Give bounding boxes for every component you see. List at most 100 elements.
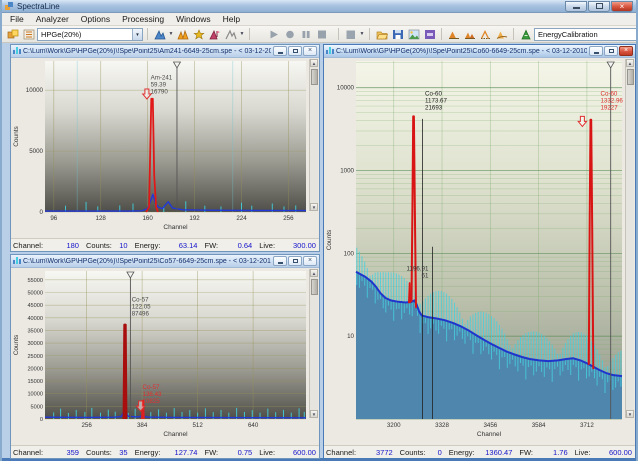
scroll-down-icon[interactable]: ▼ <box>310 203 318 211</box>
peak-fit-caret-icon[interactable]: ▼ <box>239 31 245 37</box>
status-field: Channel:359 <box>13 448 86 457</box>
export-icon[interactable] <box>422 27 437 41</box>
peak-search-icon[interactable] <box>152 27 167 41</box>
scroll-up-icon[interactable]: ▲ <box>626 59 634 67</box>
vertical-scrollbar[interactable]: ▲ ▼ <box>625 59 634 418</box>
window-close-button[interactable]: × <box>619 46 633 56</box>
nuclide-star-icon[interactable] <box>191 27 206 41</box>
svg-text:256: 256 <box>81 422 92 429</box>
status-value: 600.00 <box>275 448 317 457</box>
window-close-button[interactable]: × <box>303 46 317 56</box>
close-button[interactable]: × <box>611 1 633 12</box>
window-restore-button[interactable] <box>288 256 302 266</box>
menu-help[interactable]: Help <box>217 13 246 25</box>
app-titlebar[interactable]: SpectraLine × <box>2 0 636 13</box>
scroll-thumb[interactable] <box>311 279 318 295</box>
maximize-button[interactable] <box>588 1 610 12</box>
report-image-icon[interactable] <box>406 27 421 41</box>
window-restore-button[interactable] <box>288 46 302 56</box>
detector-control-button[interactable] <box>343 27 358 41</box>
peak-search-caret-icon[interactable]: ▼ <box>168 31 174 37</box>
background-strip-icon[interactable] <box>494 27 509 41</box>
peak-fit-icon[interactable] <box>223 27 238 41</box>
svg-text:160: 160 <box>142 215 153 222</box>
menu-processing[interactable]: Processing <box>116 13 170 25</box>
svg-text:3328: 3328 <box>435 422 449 429</box>
menu-analyzer[interactable]: Analyzer <box>30 13 75 25</box>
scroll-thumb[interactable] <box>311 69 318 85</box>
svg-text:40000: 40000 <box>27 316 43 322</box>
acquire-pause-button[interactable] <box>298 27 313 41</box>
application-window: SpectraLine × FileAnalyzerOptionsProcess… <box>0 0 638 461</box>
status-label: Channel: <box>13 448 43 457</box>
svg-text:0: 0 <box>40 209 44 216</box>
svg-text:1000: 1000 <box>340 168 354 175</box>
menu-windows[interactable]: Windows <box>170 13 216 25</box>
peak-area-icon[interactable] <box>446 27 461 41</box>
svg-text:10: 10 <box>347 333 354 340</box>
peak-sum-icon[interactable] <box>462 27 477 41</box>
status-field: FW:0.64 <box>204 241 259 250</box>
scroll-down-icon[interactable]: ▼ <box>626 410 634 418</box>
peak-identify-icon[interactable] <box>175 27 190 41</box>
detector-control-caret-icon[interactable]: ▼ <box>359 31 365 37</box>
status-label: Live: <box>259 448 275 457</box>
calibration-icon[interactable] <box>518 27 533 41</box>
window-restore-button[interactable] <box>604 46 618 56</box>
spectrum-plot-co60[interactable]: Co-601173.6721693Co-601332.96192271196.9… <box>324 58 635 445</box>
window-titlebar[interactable]: C:\Lum\Work\GP\HPGe(20%)\!Spe\Point25\Co… <box>11 255 319 268</box>
status-value: 1.76 <box>533 448 575 457</box>
svg-text:Co-57122.0587496: Co-57122.0587496 <box>132 296 151 317</box>
window-titlebar[interactable]: C:\Lum\Work\GP\HPGe(20%)\!Spe\Point25\Am… <box>11 45 319 58</box>
svg-text:3456: 3456 <box>483 422 497 429</box>
window-statusbar: Channel:359Counts:35Energy:127.74FW:0.75… <box>11 445 319 458</box>
scroll-up-icon[interactable]: ▲ <box>310 269 318 277</box>
vertical-scrollbar[interactable]: ▲ ▼ <box>309 269 318 418</box>
spectrum-plot-am241[interactable]: Am-24159.3916790961281601922242560500010… <box>11 58 319 238</box>
status-field: Live:600.00 <box>259 448 317 457</box>
vertical-scrollbar[interactable]: ▲ ▼ <box>309 59 318 211</box>
svg-text:30000: 30000 <box>27 341 43 347</box>
calibration-combobox[interactable]: EnergyCalibration ▼ <box>534 28 638 41</box>
menu-file[interactable]: File <box>4 13 30 25</box>
new-spectra-icon[interactable] <box>5 27 20 41</box>
save-file-icon[interactable] <box>390 27 405 41</box>
window-titlebar[interactable]: C:\Lum\Work\GP\HPGe(20%)\!Spe\Point25\Co… <box>324 45 635 58</box>
acquire-record-button[interactable] <box>282 27 297 41</box>
status-field: Live:600.00 <box>575 448 633 457</box>
scroll-up-icon[interactable]: ▲ <box>310 59 318 67</box>
status-label: Energy: <box>135 448 161 457</box>
spectrum-plot-co57[interactable]: Co-57122.0587496Co-57136.431082525638451… <box>11 268 319 445</box>
scroll-down-icon[interactable]: ▼ <box>310 410 318 418</box>
detector-list-icon[interactable] <box>21 27 36 41</box>
window-close-button[interactable]: × <box>303 256 317 266</box>
status-label: Counts: <box>86 448 112 457</box>
svg-text:10000: 10000 <box>27 392 43 398</box>
open-file-icon[interactable] <box>374 27 389 41</box>
window-minimize-button[interactable] <box>273 46 287 56</box>
status-value: 0 <box>426 448 449 457</box>
peak-subtract-icon[interactable] <box>478 27 493 41</box>
svg-text:3200: 3200 <box>387 422 401 429</box>
status-field: Energy:1360.47 <box>449 448 520 457</box>
window-statusbar: Channel:3772Counts:0Energy:1360.47FW:1.7… <box>324 445 635 458</box>
menu-options[interactable]: Options <box>75 13 116 25</box>
minimize-button[interactable] <box>565 1 587 12</box>
spectrum-window-co57: C:\Lum\Work\GP\HPGe(20%)\!Spe\Point25\Co… <box>10 254 320 459</box>
mdi-area: C:\Lum\Work\GP\HPGe(20%)\!Spe\Point25\Am… <box>2 43 636 461</box>
status-field: Energy:127.74 <box>135 448 205 457</box>
status-label: Channel: <box>13 241 43 250</box>
detector-combobox[interactable]: HPGe(20%) ▼ <box>37 28 143 41</box>
scroll-thumb[interactable] <box>627 69 634 85</box>
activity-calc-icon[interactable] <box>207 27 222 41</box>
acquire-start-button[interactable] <box>266 27 281 41</box>
svg-text:15000: 15000 <box>27 379 43 385</box>
svg-text:640: 640 <box>248 422 259 429</box>
window-minimize-button[interactable] <box>589 46 603 56</box>
window-title: C:\Lum\Work\GP\HPGe(20%)\!Spe\Point25\Co… <box>336 48 587 55</box>
svg-text:45000: 45000 <box>27 303 43 309</box>
svg-text:192: 192 <box>189 215 200 222</box>
window-minimize-button[interactable] <box>273 256 287 266</box>
status-value: 0.75 <box>218 448 259 457</box>
acquire-stop-button[interactable] <box>314 27 329 41</box>
